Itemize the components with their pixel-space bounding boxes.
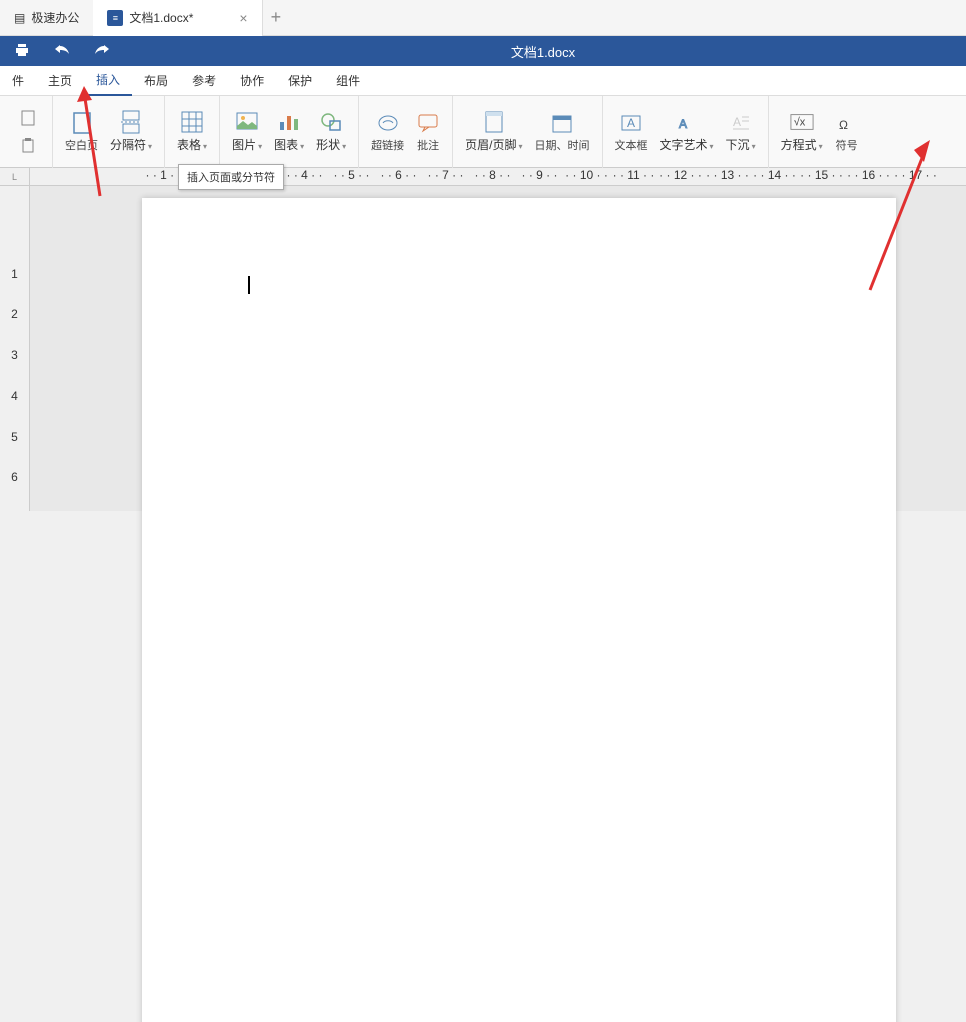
dropcap-button[interactable]: A 下沉▾ — [720, 100, 762, 164]
svg-text:Ω: Ω — [839, 118, 848, 132]
wordart-button[interactable]: A 文字艺术▾ — [654, 100, 720, 164]
blank-page-icon — [70, 111, 94, 135]
document-page[interactable] — [142, 198, 896, 1022]
ruler-corner: L — [0, 168, 30, 186]
add-tab-button[interactable]: + — [271, 7, 282, 28]
document-tab[interactable]: ≡ 文档1.docx* × — [93, 0, 262, 36]
textbox-label: 文本框 — [615, 137, 648, 153]
equation-button[interactable]: √x 方程式▾ — [775, 100, 829, 164]
ribbon-group-links: 超链接 批注 — [359, 96, 453, 168]
menu-home[interactable]: 主页 — [36, 66, 84, 96]
textbox-icon: A — [619, 111, 643, 135]
hyperlink-button[interactable]: 超链接 — [365, 100, 410, 164]
undo-icon[interactable] — [54, 43, 70, 60]
menu-references[interactable]: 参考 — [180, 66, 228, 96]
menu-insert[interactable]: 插入 — [84, 66, 132, 96]
header-footer-icon — [482, 110, 506, 134]
menu-layout[interactable]: 布局 — [132, 66, 180, 96]
textbox-button[interactable]: A 文本框 — [609, 100, 654, 164]
ribbon-group-symbols: √x 方程式▾ Ω 符号 — [769, 96, 871, 168]
app-tab[interactable]: ▤ 极速办公 — [0, 0, 93, 36]
tooltip: 插入页面或分节符 — [178, 164, 284, 190]
symbol-icon: Ω — [835, 111, 859, 135]
menu-addins[interactable]: 组件 — [324, 66, 372, 96]
shapes-button[interactable]: 形状▾ — [310, 100, 352, 164]
dropcap-icon: A — [729, 110, 753, 134]
workspace: L · · 1 · ·· · 2 · ·· · 3 · ·· · 4 · ·· … — [0, 168, 966, 511]
svg-text:A: A — [679, 117, 687, 131]
wordart-label: 文字艺术▾ — [660, 136, 714, 153]
header-footer-button[interactable]: 页眉/页脚▾ — [459, 100, 528, 164]
ribbon-group-pages: 空白页 分隔符▾ — [53, 96, 165, 168]
symbol-button[interactable]: Ω 符号 — [829, 100, 865, 164]
shapes-icon — [319, 110, 343, 134]
document-icon: ≡ — [107, 10, 123, 26]
close-icon[interactable]: × — [239, 10, 247, 26]
date-time-button[interactable]: 日期、时间 — [529, 100, 596, 164]
svg-text:A: A — [627, 116, 635, 130]
ribbon-group-illustrations: 图片▾ 图表▾ 形状▾ — [220, 96, 359, 168]
table-label: 表格▾ — [177, 136, 207, 153]
picture-label: 图片▾ — [232, 136, 262, 153]
vertical-ruler[interactable]: 123456 — [0, 186, 30, 511]
table-icon — [180, 110, 204, 134]
app-icon: ▤ — [14, 11, 25, 25]
print-icon[interactable] — [14, 42, 30, 61]
page-break-icon — [119, 110, 143, 134]
document-tab-label: 文档1.docx* — [129, 9, 193, 26]
equation-icon: √x — [790, 110, 814, 134]
cover-page-icon[interactable] — [14, 105, 42, 131]
ribbon-group-tables: 表格▾ — [165, 96, 220, 168]
window-title: 文档1.docx — [134, 42, 952, 61]
quick-access-toolbar: 文档1.docx — [0, 36, 966, 66]
ribbon-group-headerfooter: 页眉/页脚▾ 日期、时间 — [453, 96, 602, 168]
chart-label: 图表▾ — [274, 136, 304, 153]
blank-page-button[interactable]: 空白页 — [59, 100, 104, 164]
header-footer-label: 页眉/页脚▾ — [465, 136, 522, 153]
ribbon-group-text: A 文本框 A 文字艺术▾ A 下沉▾ — [603, 96, 769, 168]
date-time-icon — [550, 111, 574, 135]
app-name: 极速办公 — [31, 9, 79, 26]
text-cursor — [248, 276, 250, 294]
picture-button[interactable]: 图片▾ — [226, 100, 268, 164]
svg-text:√x: √x — [793, 117, 805, 129]
chart-button[interactable]: 图表▾ — [268, 100, 310, 164]
tab-bar: ▤ 极速办公 ≡ 文档1.docx* × + — [0, 0, 966, 36]
table-button[interactable]: 表格▾ — [171, 100, 213, 164]
dropcap-label: 下沉▾ — [726, 136, 756, 153]
wordart-icon: A — [675, 110, 699, 134]
symbol-label: 符号 — [836, 137, 858, 153]
menu-file[interactable]: 件 — [0, 66, 36, 96]
chart-icon — [277, 110, 301, 134]
comment-icon — [416, 111, 440, 135]
menu-protect[interactable]: 保护 — [276, 66, 324, 96]
shapes-label: 形状▾ — [316, 136, 346, 153]
picture-icon — [235, 110, 259, 134]
menu-collaborate[interactable]: 协作 — [228, 66, 276, 96]
blank-page-label: 空白页 — [65, 137, 98, 153]
comment-button[interactable]: 批注 — [410, 100, 446, 164]
svg-text:A: A — [733, 115, 741, 129]
ribbon-group-clipboard — [4, 96, 53, 168]
comment-label: 批注 — [417, 137, 439, 153]
equation-label: 方程式▾ — [781, 136, 823, 153]
page-break-label: 分隔符▾ — [110, 136, 152, 153]
redo-icon[interactable] — [94, 43, 110, 60]
date-time-label: 日期、时间 — [535, 137, 590, 153]
hyperlink-label: 超链接 — [371, 137, 404, 153]
paste-icon[interactable] — [14, 133, 42, 159]
ribbon: 空白页 分隔符▾ 表格▾ 图片▾ 图表▾ 形状▾ 超链接 — [0, 96, 966, 168]
menu-bar: 件 主页 插入 布局 参考 协作 保护 组件 — [0, 66, 966, 96]
hyperlink-icon — [376, 111, 400, 135]
horizontal-ruler[interactable]: · · 1 · ·· · 2 · ·· · 3 · ·· · 4 · ·· · … — [30, 168, 966, 186]
page-break-button[interactable]: 分隔符▾ — [104, 100, 158, 164]
